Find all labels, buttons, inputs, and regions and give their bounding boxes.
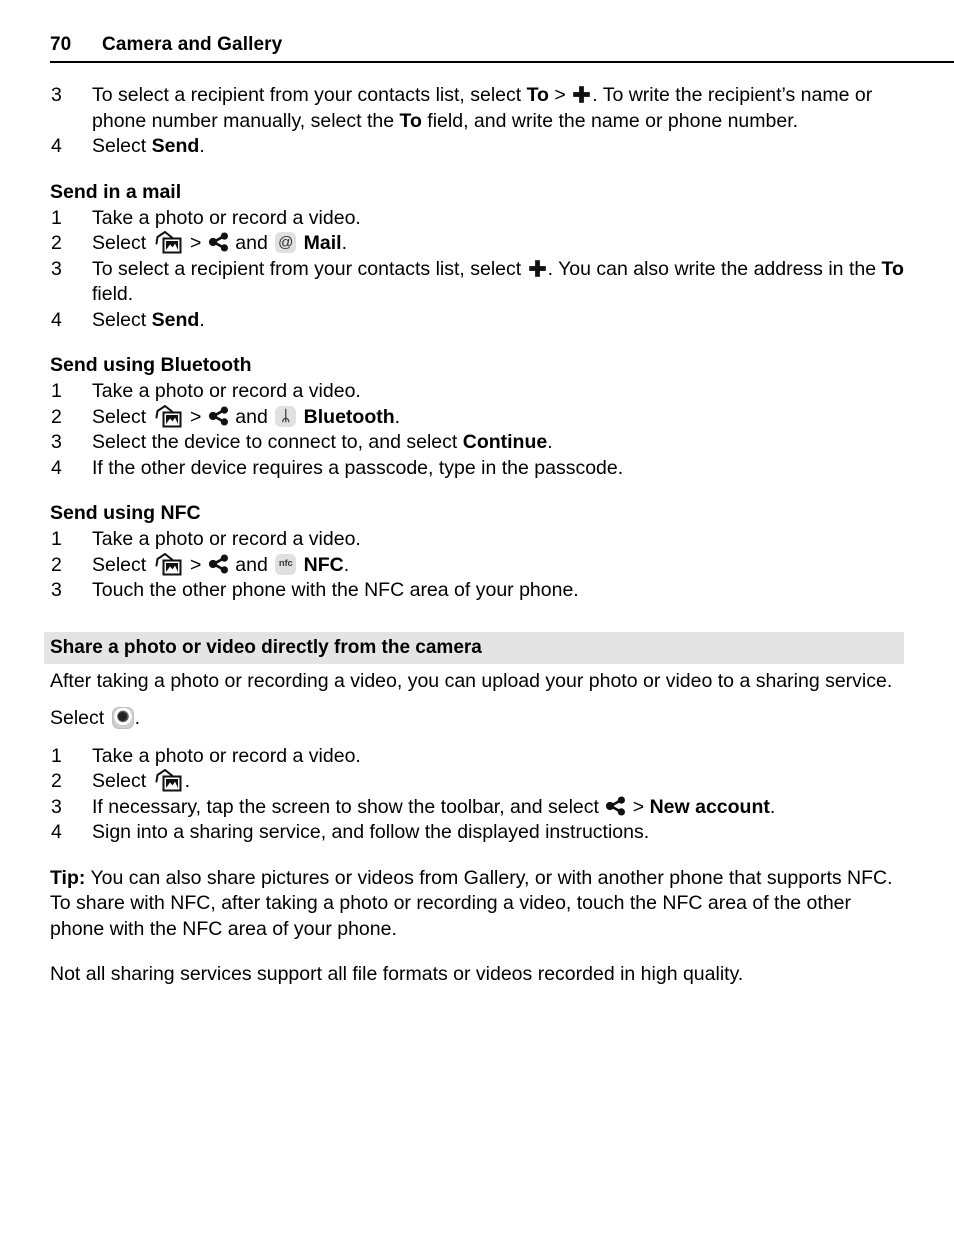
emphasis-text: Tip: — [50, 866, 86, 889]
step-item: 3 If necessary, tap the screen to show th… — [50, 795, 904, 821]
step-number: 4 — [51, 456, 62, 479]
step-item: 1 Take a photo or record a video. — [50, 744, 904, 770]
emphasis-text: Mail — [303, 232, 342, 254]
step-number: 2 — [51, 405, 62, 428]
step-item: 2 Select > and nfc NFC. — [50, 552, 904, 579]
plus-icon — [572, 85, 591, 104]
step-number: 1 — [51, 206, 62, 229]
step-number: 3 — [51, 431, 62, 453]
section-heading: Send using Bluetooth — [50, 354, 252, 376]
share-icon — [208, 554, 229, 574]
step-number: 3 — [51, 257, 62, 280]
step-text: Take a photo or record a video. — [92, 206, 361, 229]
step-number: 4 — [51, 135, 62, 157]
plus-icon — [528, 259, 547, 278]
step-text: Sign into a sharing service, and follow … — [92, 821, 650, 843]
page-header: 70 Camera and Gallery — [50, 0, 904, 56]
emphasis-text: New account — [649, 795, 770, 818]
band-intro-paragraph: After taking a photo or recording a vide… — [50, 669, 893, 692]
step-item: 3 To select a recipient from your contact… — [50, 83, 904, 134]
section-band-heading: Share a photo or video directly from the… — [44, 631, 904, 664]
step-number: 4 — [51, 308, 62, 331]
step-text: Take a photo or record a video. — [92, 528, 361, 550]
step-number: 3 — [51, 579, 62, 601]
emphasis-text: To — [399, 109, 422, 132]
emphasis-text: NFC — [303, 553, 344, 576]
step-item: 4 Select Send. — [50, 134, 904, 160]
step-item: 2 Select . — [50, 769, 904, 795]
step-item: 4 Sign into a sharing service, and follow… — [50, 820, 904, 846]
step-number: 1 — [51, 528, 62, 550]
gallery-icon — [155, 231, 183, 254]
page-number: 70 — [50, 34, 72, 55]
step-number: 4 — [51, 821, 62, 843]
step-item: 4 If the other device requires a passcode… — [50, 456, 904, 482]
step-text: Select > and nfc NFC. — [92, 552, 350, 576]
closing-paragraph: Not all sharing services support all fil… — [50, 963, 744, 985]
step-item: 3 To select a recipient from your contact… — [50, 257, 904, 308]
step-number: 2 — [51, 770, 62, 792]
section-heading: Send in a mail — [50, 180, 182, 203]
bottom-step-list: 1 Take a photo or record a video. 2 Select … — [50, 744, 904, 846]
select-camera-line: Select . — [50, 707, 141, 729]
step-text: Select > and @ Mail. — [92, 231, 348, 254]
emphasis-text: To — [526, 84, 549, 106]
emphasis-text: Send — [151, 135, 200, 157]
tip-paragraph: Tip: You can also share pictures or vide… — [50, 866, 893, 940]
step-item: 3 Touch the other phone with the NFC area… — [50, 578, 904, 604]
sections-container: Send in a mail 1 Take a photo or record a … — [50, 180, 904, 604]
step-text: Take a photo or record a video. — [92, 380, 361, 402]
share-icon — [208, 406, 229, 426]
emphasis-text: Bluetooth — [303, 405, 395, 428]
step-text: To select a recipient from your contacts… — [92, 257, 904, 306]
step-text: Select the device to connect to, and sel… — [92, 431, 553, 453]
mail-badge-icon: @ — [275, 232, 297, 253]
step-text: If necessary, tap the screen to show the… — [92, 795, 776, 818]
document-page: 70 Camera and Gallery 3 To select a recip… — [0, 0, 954, 1258]
section-heading: Send using NFC — [50, 502, 201, 524]
step-text: Select . — [92, 769, 191, 792]
step-item: 1 Take a photo or record a video. — [50, 206, 904, 232]
step-item: 1 Take a photo or record a video. — [50, 527, 904, 553]
step-item: 2 Select > and @ Mail. — [50, 231, 904, 257]
step-number: 2 — [51, 232, 62, 254]
step-number: 3 — [51, 795, 62, 818]
emphasis-text: To — [881, 257, 904, 280]
share-icon — [605, 796, 626, 816]
gallery-icon — [155, 552, 183, 576]
step-item: 4 Select Send. — [50, 308, 904, 334]
page-title: Camera and Gallery — [102, 34, 283, 55]
section-step-list: 1 Take a photo or record a video. 2 Select … — [50, 206, 904, 334]
section-step-list: 1 Take a photo or record a video. 2 Select … — [50, 379, 904, 481]
step-text: Select Send. — [92, 135, 205, 157]
section-step-list: 1 Take a photo or record a video. 2 Select … — [50, 527, 904, 604]
bluetooth-badge-icon: ᛦ — [275, 405, 297, 427]
emphasis-text: Send — [151, 308, 200, 331]
step-item: 2 Select > and ᛦ Bluetooth. — [50, 404, 904, 431]
top-step-list: 3 To select a recipient from your contact… — [50, 83, 904, 160]
gallery-icon — [155, 769, 183, 792]
step-number: 2 — [51, 553, 62, 576]
step-text: Select > and ᛦ Bluetooth. — [92, 404, 401, 428]
step-number: 1 — [51, 744, 62, 767]
step-text: If the other device requires a passcode,… — [92, 456, 624, 479]
step-text: Take a photo or record a video. — [92, 744, 361, 767]
step-number: 1 — [51, 380, 62, 402]
nfc-badge-icon: nfc — [275, 553, 297, 575]
camera-icon — [111, 707, 134, 729]
step-item: 3 Select the device to connect to, and se… — [50, 430, 904, 456]
step-text: To select a recipient from your contacts… — [92, 84, 873, 132]
gallery-icon — [155, 404, 183, 428]
step-text: Select Send. — [92, 308, 205, 331]
share-icon — [208, 232, 229, 252]
step-item: 1 Take a photo or record a video. — [50, 379, 904, 405]
step-number: 3 — [51, 84, 62, 106]
emphasis-text: Continue — [462, 431, 548, 453]
step-text: Touch the other phone with the NFC area … — [92, 579, 579, 601]
